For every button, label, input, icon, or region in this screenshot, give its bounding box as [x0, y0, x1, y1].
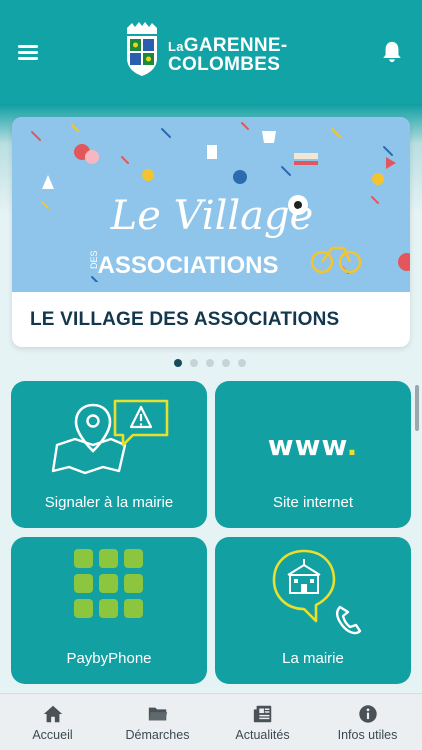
carousel-dot[interactable]	[222, 359, 230, 367]
townhall-tile[interactable]: La mairie	[215, 537, 411, 684]
tab-label: Démarches	[125, 728, 190, 742]
tab-label: Accueil	[32, 728, 73, 742]
info-icon	[359, 705, 377, 723]
tile-label: Site internet	[272, 494, 354, 511]
app-header: LaGARENNE- COLOMBES	[0, 0, 422, 104]
banner-title-line2: ASSOCIATIONS	[98, 252, 279, 279]
banner-title-line1: Le Village	[110, 193, 314, 239]
tile-label: PaybyPhone	[66, 650, 152, 667]
map-alert-icon	[51, 399, 169, 475]
tab-actualites[interactable]: Actualités	[210, 694, 315, 750]
report-to-townhall-tile[interactable]: Signaler à la mairie	[11, 381, 207, 528]
tile-label: Signaler à la mairie	[44, 494, 174, 511]
folder-icon	[148, 707, 168, 721]
city-crest-icon	[127, 22, 157, 76]
carousel-slide[interactable]: Le Village DES ASSOCIATIONS LE VILLAGE D…	[12, 117, 410, 347]
tab-label: Infos utiles	[337, 728, 398, 742]
scrollbar[interactable]	[415, 385, 419, 431]
town-hall-phone-icon	[272, 549, 362, 635]
tab-accueil[interactable]: Accueil	[0, 694, 105, 750]
carousel-dot[interactable]	[206, 359, 214, 367]
carousel-pagination	[0, 359, 422, 369]
city-name: LaGARENNE- COLOMBES	[168, 35, 288, 75]
paybyphone-tile[interactable]: PaybyPhone	[11, 537, 207, 684]
tab-infos-utiles[interactable]: Infos utiles	[315, 694, 420, 750]
village-associations-banner: Le Village DES ASSOCIATIONS	[12, 117, 410, 292]
carousel-dot[interactable]	[190, 359, 198, 367]
website-tile[interactable]: www. Site internet	[215, 381, 411, 528]
newspaper-icon	[253, 705, 272, 723]
bottom-tab-bar: Accueil Démarches Actualités Infos utile…	[0, 693, 422, 750]
tile-label: La mairie	[282, 650, 344, 667]
carousel-dot[interactable]	[238, 359, 246, 367]
tab-demarches[interactable]: Démarches	[105, 694, 210, 750]
grid-icon	[74, 549, 143, 618]
notification-bell-icon[interactable]	[381, 40, 403, 64]
www-icon: www.	[267, 429, 359, 462]
tab-label: Actualités	[235, 728, 290, 742]
carousel-dot[interactable]	[174, 359, 182, 367]
home-icon	[43, 705, 63, 723]
city-logo[interactable]: LaGARENNE- COLOMBES	[124, 20, 304, 80]
slide-caption: LE VILLAGE DES ASSOCIATIONS	[30, 309, 340, 330]
hamburger-menu-icon[interactable]	[18, 43, 40, 61]
